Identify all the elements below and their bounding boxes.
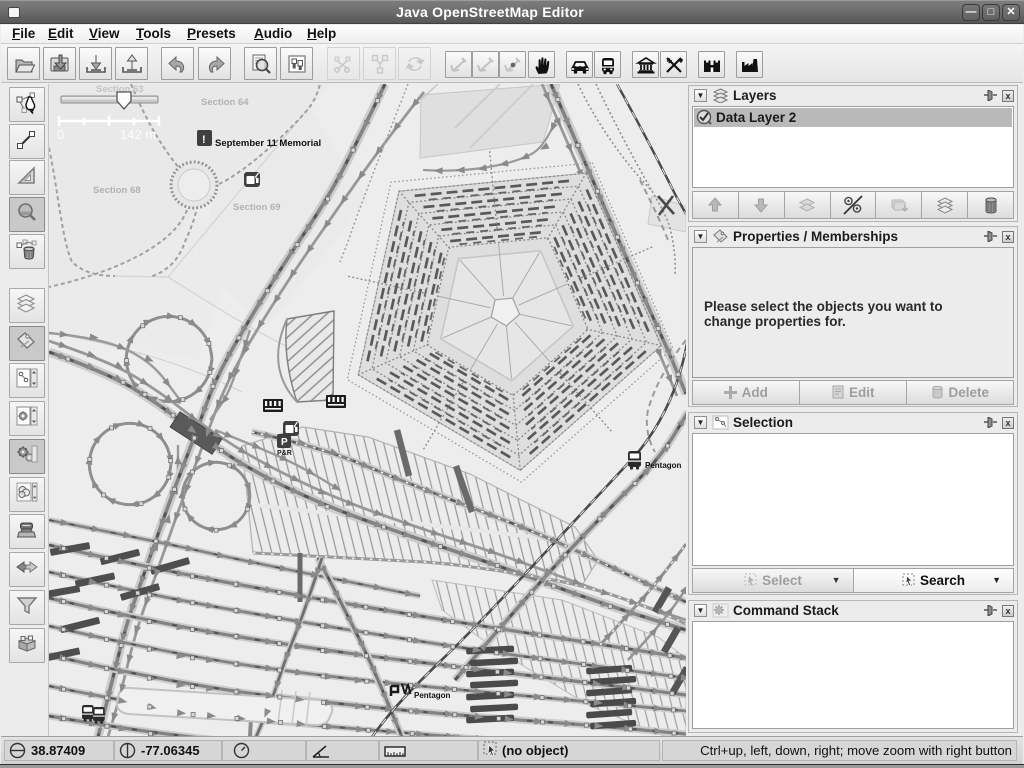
svg-text:September 11 Memorial: September 11 Memorial: [215, 138, 321, 149]
svg-text:Section 68: Section 68: [93, 185, 141, 196]
svg-text:142 m: 142 m: [120, 127, 156, 142]
svg-text:Pentagon: Pentagon: [414, 691, 451, 700]
svg-text:!: !: [202, 134, 206, 146]
svg-text:Pentagon: Pentagon: [645, 461, 682, 470]
svg-text:Section 64: Section 64: [201, 97, 249, 108]
svg-text:Section 69: Section 69: [233, 202, 281, 213]
svg-text:P&R: P&R: [277, 450, 292, 457]
svg-text:0: 0: [57, 127, 64, 142]
svg-text:P: P: [281, 437, 288, 448]
